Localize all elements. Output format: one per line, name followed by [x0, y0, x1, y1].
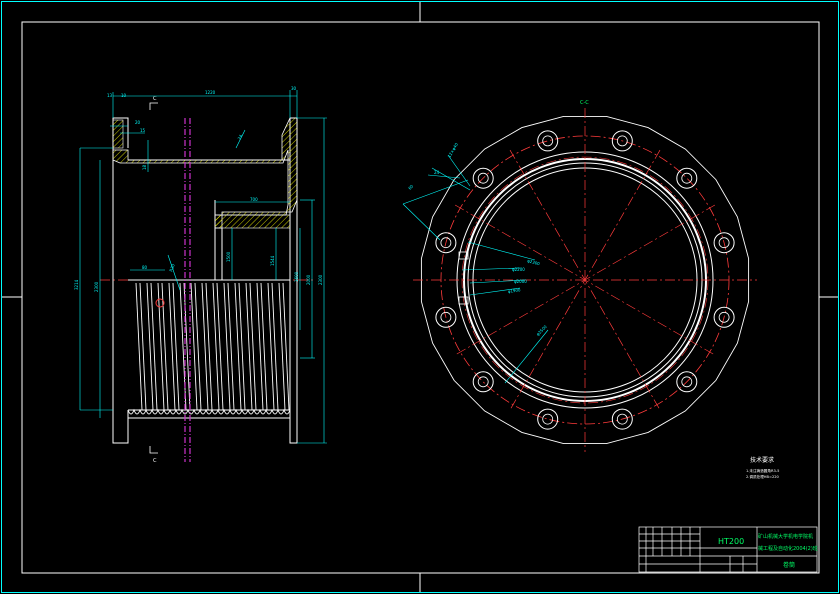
rope-grooves	[135, 282, 290, 411]
svg-text:24: 24	[236, 133, 243, 140]
drum-section-view: C C 1220 30 13 10 20 15 700 80 3214 2300…	[74, 86, 327, 464]
svg-text:R30: R30	[168, 263, 176, 273]
svg-text:2000: 2000	[306, 274, 311, 285]
svg-text:φ2300: φ2300	[527, 258, 541, 266]
svg-text:18: 18	[142, 164, 147, 170]
cc-dimension-texts: 60 24 12×φ40 φ2300 φ2200 φ2000 φ1900 φ25…	[407, 142, 548, 337]
flange-hatch	[112, 119, 124, 149]
drum-outline	[112, 117, 298, 444]
cc-dimension-lines	[402, 154, 549, 384]
svg-text:φ2200: φ2200	[512, 267, 525, 272]
svg-text:φ1900: φ1900	[507, 287, 521, 294]
dimension-texts: 1220 30 13 10 20 15 700 80 3214 2300 230…	[74, 86, 323, 292]
svg-text:24: 24	[434, 170, 440, 175]
svg-text:1500: 1500	[226, 251, 231, 262]
company-line-1: 矿山机械大学机电学院机	[758, 533, 813, 540]
svg-text:1220: 1220	[205, 90, 216, 95]
svg-text:1.未注铸造圆角R3-5: 1.未注铸造圆角R3-5	[746, 468, 779, 473]
svg-text:2.调质处理HB=220: 2.调质处理HB=220	[746, 474, 780, 479]
svg-text:2300: 2300	[94, 281, 99, 292]
svg-text:1544: 1544	[270, 255, 275, 266]
technical-notes: 技术要求 1.未注铸造圆角R3-5 2.调质处理HB=220	[746, 456, 780, 479]
inner-hub-hatch	[214, 214, 291, 229]
bolt-hole	[472, 371, 494, 393]
drawing-frame	[1, 1, 839, 593]
section-view-label: C-C	[580, 100, 589, 106]
section-cc-view: C-C 60 24 12×φ40 φ2300 φ2200 φ2000 φ1900…	[402, 100, 757, 452]
material-label: HT200	[718, 537, 744, 546]
svg-text:15: 15	[140, 128, 146, 133]
company-line-2: 械工程及自动化2004(2)班	[758, 545, 818, 552]
svg-text:80: 80	[142, 265, 148, 270]
svg-text:20: 20	[135, 120, 141, 125]
svg-text:60: 60	[407, 183, 414, 190]
svg-text:13: 13	[107, 93, 113, 98]
cad-drawing: C C 1220 30 13 10 20 15 700 80 3214 2300…	[1, 1, 839, 593]
svg-text:30: 30	[291, 86, 297, 91]
bolt-hole	[537, 408, 559, 430]
svg-text:φ2000: φ2000	[514, 279, 527, 284]
bolt-hole	[537, 130, 559, 152]
svg-text:2300: 2300	[318, 274, 323, 285]
part-name: 卷筒	[783, 561, 795, 569]
svg-text:12×φ40: 12×φ40	[447, 142, 460, 159]
section-label-bottom: C	[153, 458, 157, 464]
shell-hatch-top	[112, 117, 298, 229]
svg-text:3214: 3214	[74, 279, 79, 290]
bolt-hole	[676, 167, 698, 189]
section-label-top: C	[153, 96, 157, 102]
svg-text:700: 700	[250, 197, 258, 202]
groove-profile	[127, 408, 291, 415]
svg-text:10: 10	[121, 93, 127, 98]
svg-text:技术要求: 技术要求	[750, 456, 774, 464]
svg-text:1600: 1600	[294, 271, 299, 282]
svg-text:φ2500: φ2500	[535, 324, 548, 337]
